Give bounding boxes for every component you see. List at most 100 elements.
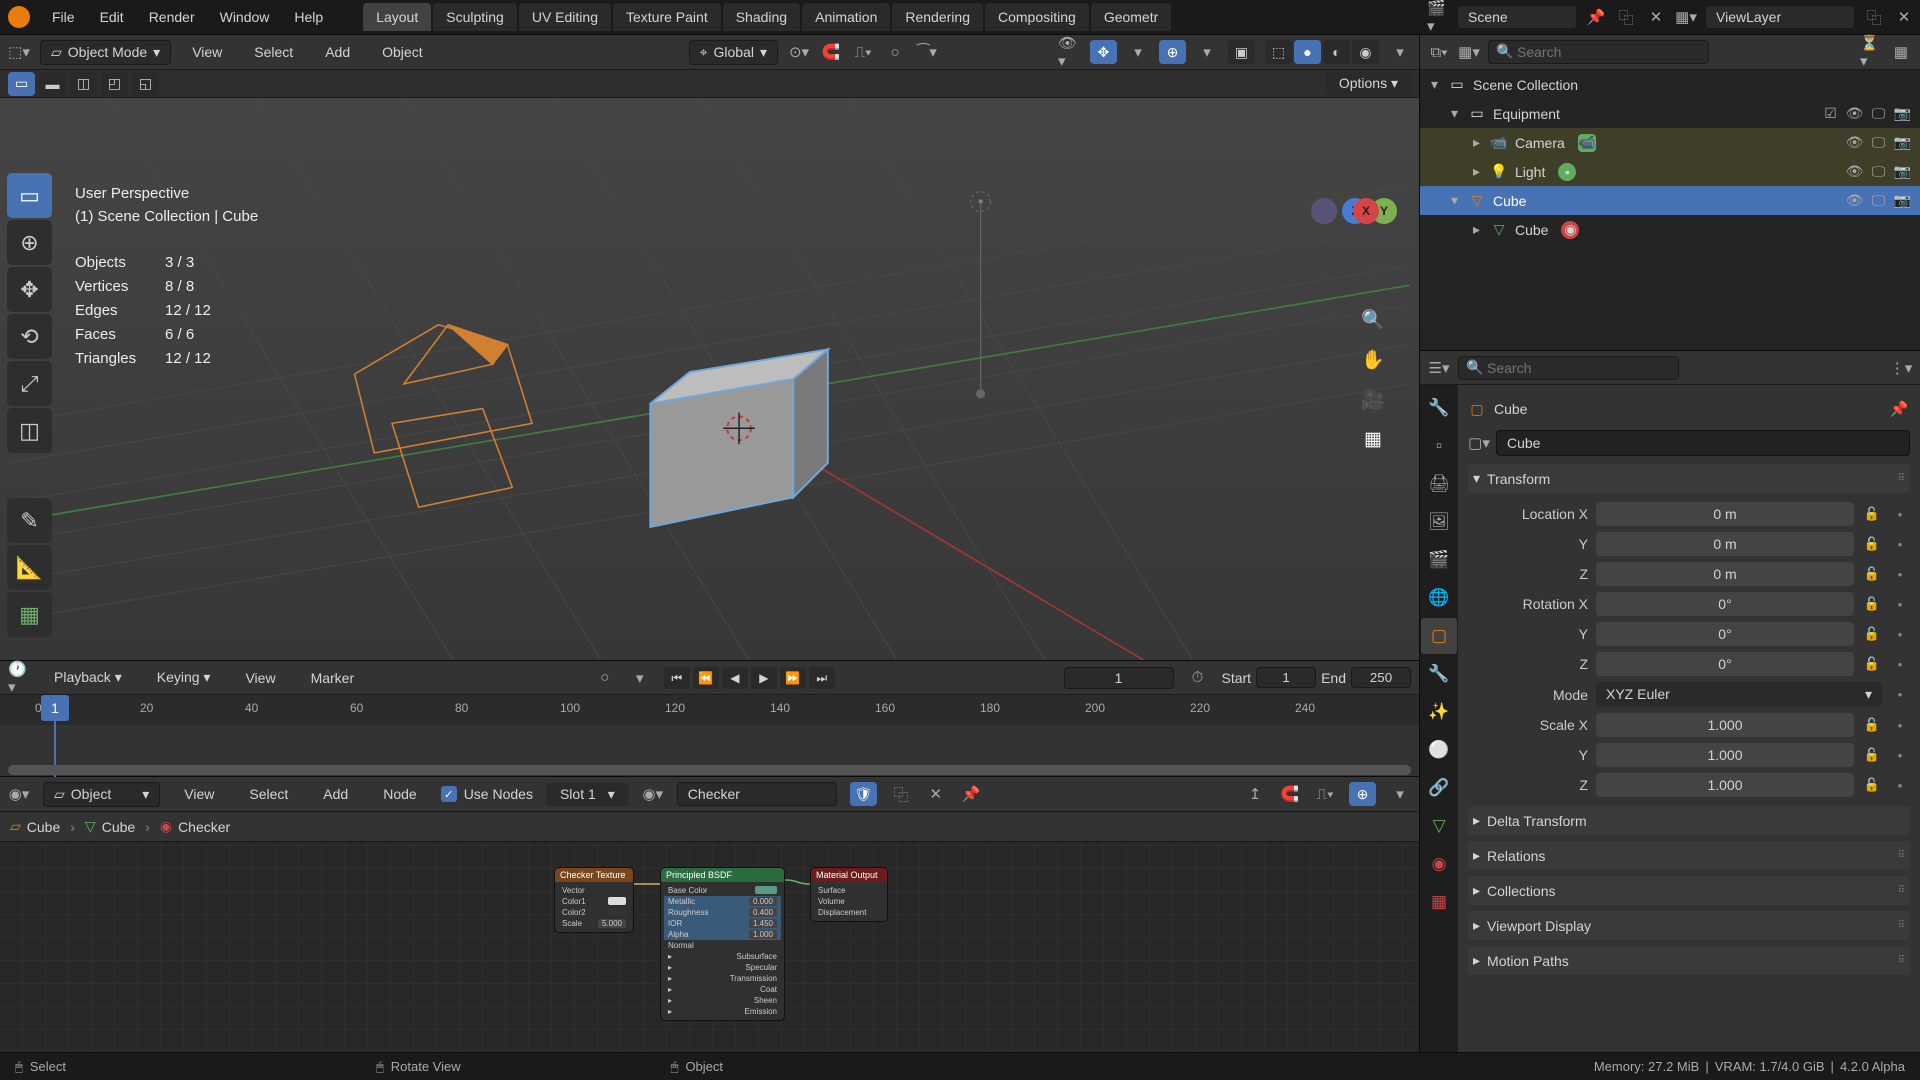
tab-tool-icon[interactable]: 🔧 bbox=[1421, 390, 1457, 426]
workspace-tab-texture[interactable]: Texture Paint bbox=[612, 2, 722, 32]
visibility-icon[interactable]: 👁▾ bbox=[1058, 41, 1080, 63]
hide-toggle-icon[interactable]: 👁 bbox=[1845, 163, 1864, 180]
animate-icon[interactable]: • bbox=[1890, 778, 1910, 793]
options-icon[interactable]: ⋮▾ bbox=[1890, 357, 1912, 379]
overlay-dropdown-icon[interactable]: ▾ bbox=[1196, 41, 1218, 63]
drag-grip-icon[interactable]: ⠿ bbox=[1898, 885, 1905, 896]
jump-end-icon[interactable]: ⏭ bbox=[809, 667, 835, 689]
lock-icon[interactable]: 🔓 bbox=[1862, 506, 1882, 522]
tab-physics-icon[interactable]: ⚪ bbox=[1421, 732, 1457, 768]
timeline-scroll-thumb[interactable] bbox=[8, 765, 1411, 775]
shading-material-icon[interactable]: ◐ bbox=[1323, 40, 1350, 64]
tab-render-icon[interactable]: ▫ bbox=[1421, 428, 1457, 464]
viewport-options-dropdown[interactable]: Options ▾ bbox=[1326, 72, 1411, 95]
tab-particles-icon[interactable]: ✨ bbox=[1421, 694, 1457, 730]
shader-select-menu[interactable]: Select bbox=[238, 782, 299, 806]
rotation-mode-select[interactable]: XYZ Euler▾ bbox=[1596, 682, 1882, 707]
lock-icon[interactable]: 🔓 bbox=[1862, 626, 1882, 642]
tab-object-icon[interactable]: ▢ bbox=[1421, 618, 1457, 654]
menu-help[interactable]: Help bbox=[283, 5, 334, 29]
tab-modifier-icon[interactable]: 🔧 bbox=[1421, 656, 1457, 692]
pin-icon[interactable]: 📌 bbox=[1888, 398, 1910, 420]
menu-window[interactable]: Window bbox=[209, 5, 281, 29]
shading-wireframe-icon[interactable]: ⬚ bbox=[1265, 40, 1292, 64]
animate-icon[interactable]: • bbox=[1890, 597, 1910, 612]
workspace-tab-sculpting[interactable]: Sculpting bbox=[432, 2, 518, 32]
tool-annotate[interactable]: ✎ bbox=[7, 498, 52, 543]
start-frame-input[interactable] bbox=[1256, 667, 1316, 688]
scene-delete-icon[interactable]: ✕ bbox=[1645, 6, 1667, 28]
display-mode-icon[interactable]: ▦▾ bbox=[1458, 41, 1480, 63]
animate-icon[interactable]: • bbox=[1890, 718, 1910, 733]
overlay-shader-dropdown-icon[interactable]: ▾ bbox=[1389, 783, 1411, 805]
viewport-menu-object[interactable]: Object bbox=[371, 40, 433, 64]
tool-rotate[interactable]: ⟲ bbox=[7, 314, 52, 359]
bc-material[interactable]: ◉Checker bbox=[160, 818, 230, 835]
menu-render[interactable]: Render bbox=[138, 5, 206, 29]
tool-transform[interactable]: ◫ bbox=[7, 408, 52, 453]
play-reverse-icon[interactable]: ◀ bbox=[722, 667, 748, 689]
mode-selector[interactable]: ▱ Object Mode▾ bbox=[40, 40, 171, 65]
overlay-shader-icon[interactable]: ⊕ bbox=[1349, 782, 1376, 806]
gizmo-toggle-icon[interactable]: ✥ bbox=[1090, 40, 1117, 64]
disclosure-icon[interactable]: ▸ bbox=[1470, 134, 1483, 151]
datablock-name-input[interactable] bbox=[1496, 430, 1910, 456]
prev-keyframe-icon[interactable]: ⏪ bbox=[693, 667, 719, 689]
nav-camera-icon[interactable]: 🎥 bbox=[1359, 388, 1387, 416]
proportional-falloff-icon[interactable]: ⁀▾ bbox=[916, 41, 938, 63]
disclosure-icon[interactable]: ▸ bbox=[1470, 221, 1483, 238]
lock-icon[interactable]: 🔓 bbox=[1862, 656, 1882, 672]
lock-icon[interactable]: 🔓 bbox=[1862, 747, 1882, 763]
end-frame-input[interactable] bbox=[1351, 667, 1411, 688]
viewport-toggle-icon[interactable]: 🖵 bbox=[1869, 163, 1888, 180]
outliner-item-cube-mesh[interactable]: ▸ ▽ Cube ◉ bbox=[1420, 215, 1920, 244]
shader-node-menu[interactable]: Node bbox=[372, 782, 427, 806]
viewlayer-copy-icon[interactable]: ⿻ bbox=[1863, 6, 1885, 28]
animate-icon[interactable]: • bbox=[1890, 657, 1910, 672]
drag-grip-icon[interactable]: ⠿ bbox=[1898, 473, 1905, 484]
workspace-tab-uv[interactable]: UV Editing bbox=[518, 2, 612, 32]
nav-pan-icon[interactable]: ✋ bbox=[1359, 348, 1387, 376]
animate-icon[interactable]: • bbox=[1890, 507, 1910, 522]
select-mode-circle-icon[interactable]: ◫ bbox=[70, 72, 97, 96]
tool-measure[interactable]: 📐 bbox=[7, 545, 52, 590]
material-browse-icon[interactable]: ◉▾ bbox=[642, 783, 664, 805]
animate-icon[interactable]: • bbox=[1890, 627, 1910, 642]
viewport-toggle-icon[interactable]: 🖵 bbox=[1869, 192, 1888, 209]
location-z-input[interactable]: 0 m bbox=[1596, 562, 1854, 586]
node-checker-texture[interactable]: Checker Texture Vector Color1 Color2 Sca… bbox=[554, 867, 634, 933]
select-mode-tweak-icon[interactable]: ▭ bbox=[8, 72, 35, 96]
viewlayer-name-input[interactable] bbox=[1705, 5, 1855, 29]
overlay-toggle-icon[interactable]: ⊕ bbox=[1159, 40, 1186, 64]
autokey-dropdown-icon[interactable]: ▾ bbox=[629, 667, 651, 689]
lock-icon[interactable]: 🔓 bbox=[1862, 777, 1882, 793]
outliner-item-camera[interactable]: ▸ 📹 Camera 📹 👁 🖵 📷 bbox=[1420, 128, 1920, 157]
3d-viewport[interactable]: ▭ ⊕ ✥ ⟲ ⤢ ◫ ✎ 📐 ▦ User Perspective (1) S… bbox=[0, 98, 1419, 660]
snap-shader-dropdown-icon[interactable]: ⎍▾ bbox=[1314, 783, 1336, 805]
workspace-tab-geometry[interactable]: Geometr bbox=[1090, 2, 1172, 32]
select-mode-box-icon[interactable]: ▬ bbox=[39, 72, 66, 96]
lock-icon[interactable]: 🔓 bbox=[1862, 536, 1882, 552]
xray-toggle-icon[interactable]: ▣ bbox=[1228, 40, 1255, 64]
orientation-selector[interactable]: ⌖ Global▾ bbox=[689, 40, 778, 65]
material-unlink-icon[interactable]: ✕ bbox=[925, 783, 947, 805]
outliner-search-input[interactable] bbox=[1488, 40, 1709, 64]
snap-toggle-icon[interactable]: 🧲 bbox=[820, 41, 842, 63]
disclosure-icon[interactable]: ▾ bbox=[1428, 76, 1441, 93]
parent-node-icon[interactable]: ↥ bbox=[1244, 783, 1266, 805]
tab-material-icon[interactable]: ◉ bbox=[1421, 846, 1457, 882]
fake-user-toggle-icon[interactable]: 🛡 bbox=[850, 782, 877, 806]
timeline-playback-menu[interactable]: Playback ▾ bbox=[43, 665, 133, 690]
shader-view-menu[interactable]: View bbox=[173, 782, 225, 806]
editor-type-timeline-icon[interactable]: 🕐▾ bbox=[8, 667, 30, 689]
outliner-collection-equipment[interactable]: ▾ ▭ Equipment ☑ 👁 🖵 📷 bbox=[1420, 99, 1920, 128]
camera-data-icon[interactable]: 📹 bbox=[1578, 134, 1596, 152]
location-y-input[interactable]: 0 m bbox=[1596, 532, 1854, 556]
panel-collections-header[interactable]: ▸Collections⠿ bbox=[1468, 876, 1910, 905]
light-data-icon[interactable]: • bbox=[1558, 163, 1576, 181]
snap-shader-icon[interactable]: 🧲 bbox=[1279, 783, 1301, 805]
jump-start-icon[interactable]: ⏮ bbox=[664, 667, 690, 689]
viewport-toggle-icon[interactable]: 🖵 bbox=[1869, 134, 1888, 151]
hide-toggle-icon[interactable]: 👁 bbox=[1845, 134, 1864, 151]
autokey-toggle-icon[interactable]: ○ bbox=[594, 667, 616, 689]
